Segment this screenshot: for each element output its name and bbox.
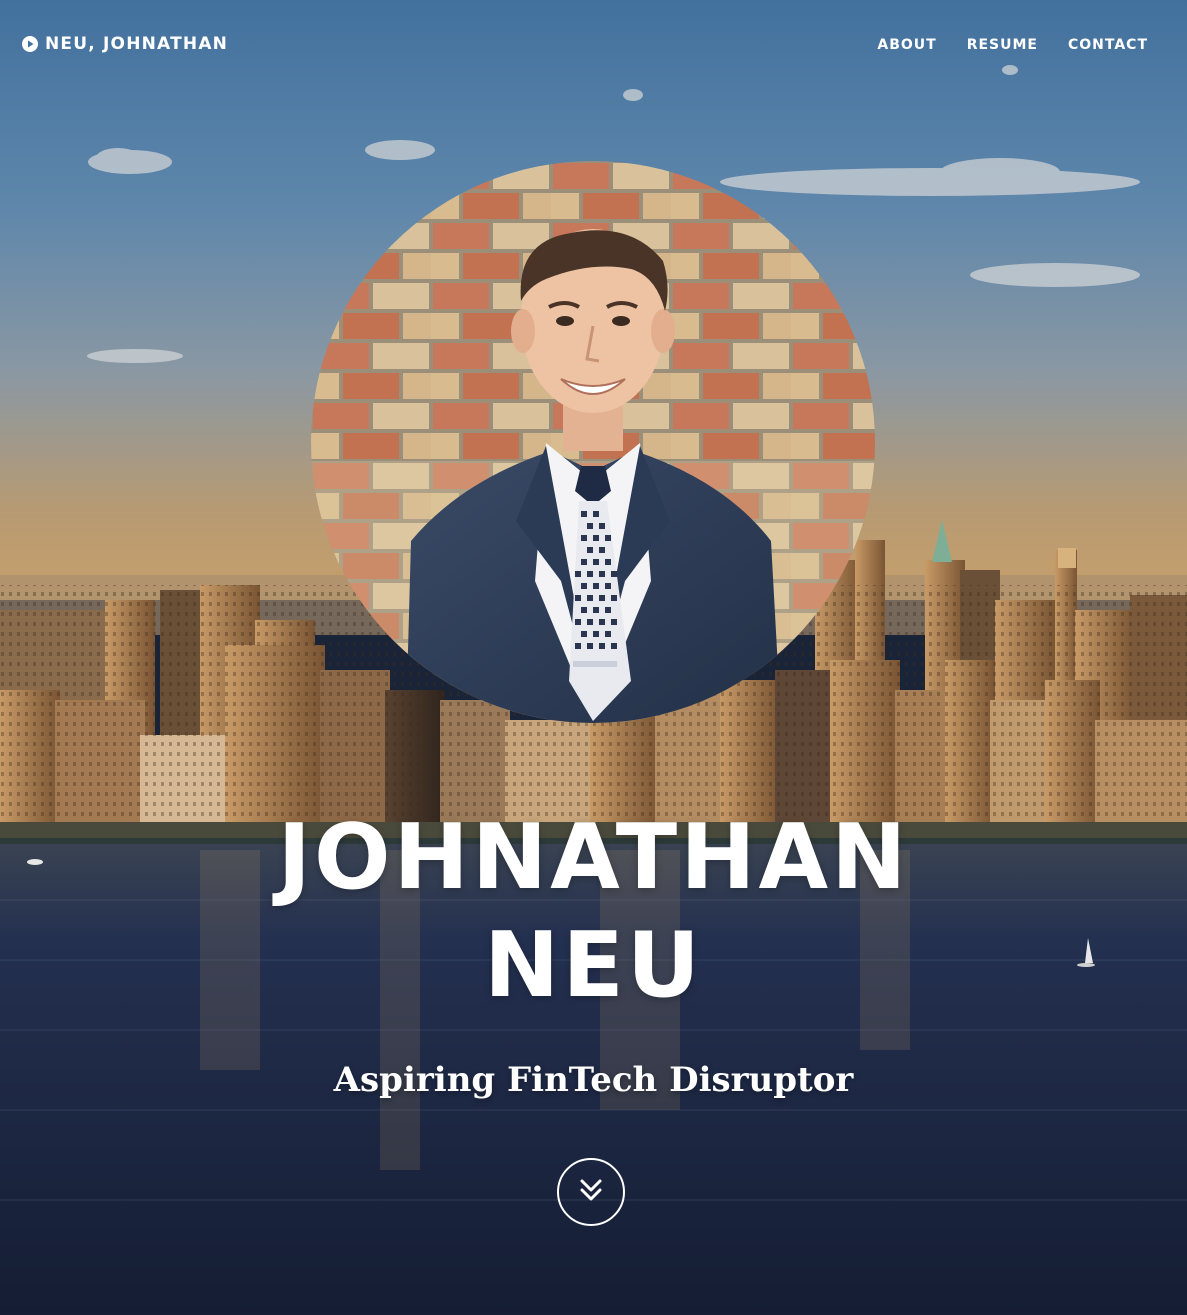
play-circle-icon: [22, 36, 38, 52]
profile-photo: [311, 161, 875, 723]
nav-link-resume[interactable]: RESUME: [967, 35, 1038, 55]
scroll-down-button[interactable]: [557, 1158, 625, 1226]
nav-link-contact[interactable]: CONTACT: [1068, 35, 1148, 55]
hero-subtitle: Aspiring FinTech Disruptor: [333, 1060, 854, 1100]
hero-title-line-2: NEU: [484, 913, 703, 1018]
chevron-double-down-icon: [578, 1177, 604, 1208]
hero-title-line-1: JOHNATHAN: [277, 805, 910, 910]
brand-link[interactable]: NEU, JOHNATHAN: [22, 33, 228, 55]
nav-link-about[interactable]: ABOUT: [877, 35, 936, 55]
nav-menu: ABOUT RESUME CONTACT: [877, 35, 1148, 55]
hero-title: JOHNATHAN NEU: [0, 804, 1187, 1020]
brand-label: NEU, JOHNATHAN: [45, 34, 229, 54]
top-navbar: NEU, JOHNATHAN ABOUT RESUME CONTACT: [0, 0, 1187, 90]
